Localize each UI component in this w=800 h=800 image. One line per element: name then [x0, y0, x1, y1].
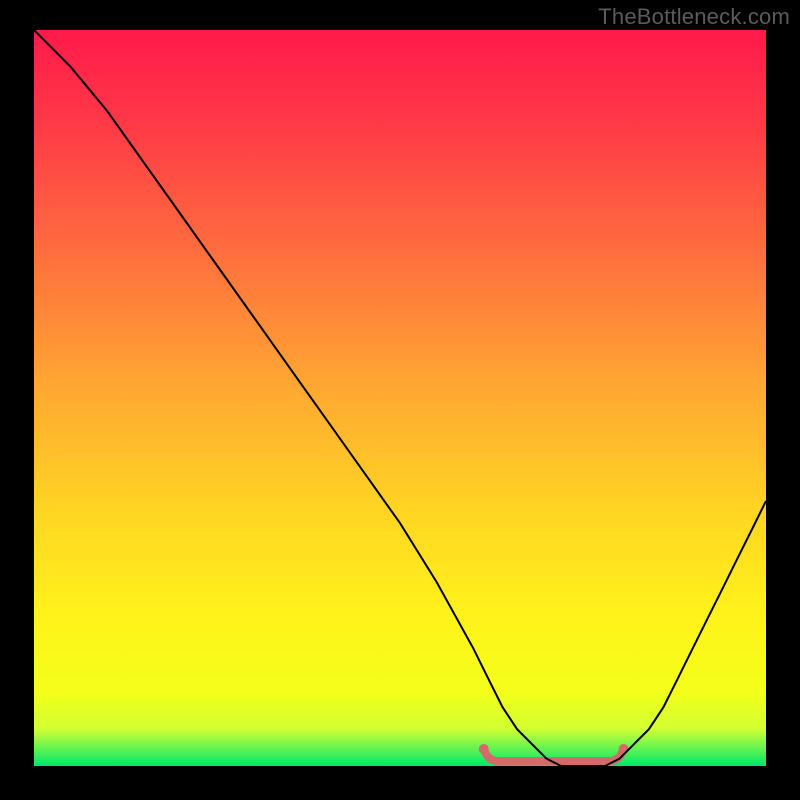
watermark-label: TheBottleneck.com [598, 4, 790, 30]
chart-svg [34, 30, 766, 766]
plot-area [34, 30, 766, 766]
gradient-background [34, 30, 766, 766]
chart-frame: TheBottleneck.com [0, 0, 800, 800]
